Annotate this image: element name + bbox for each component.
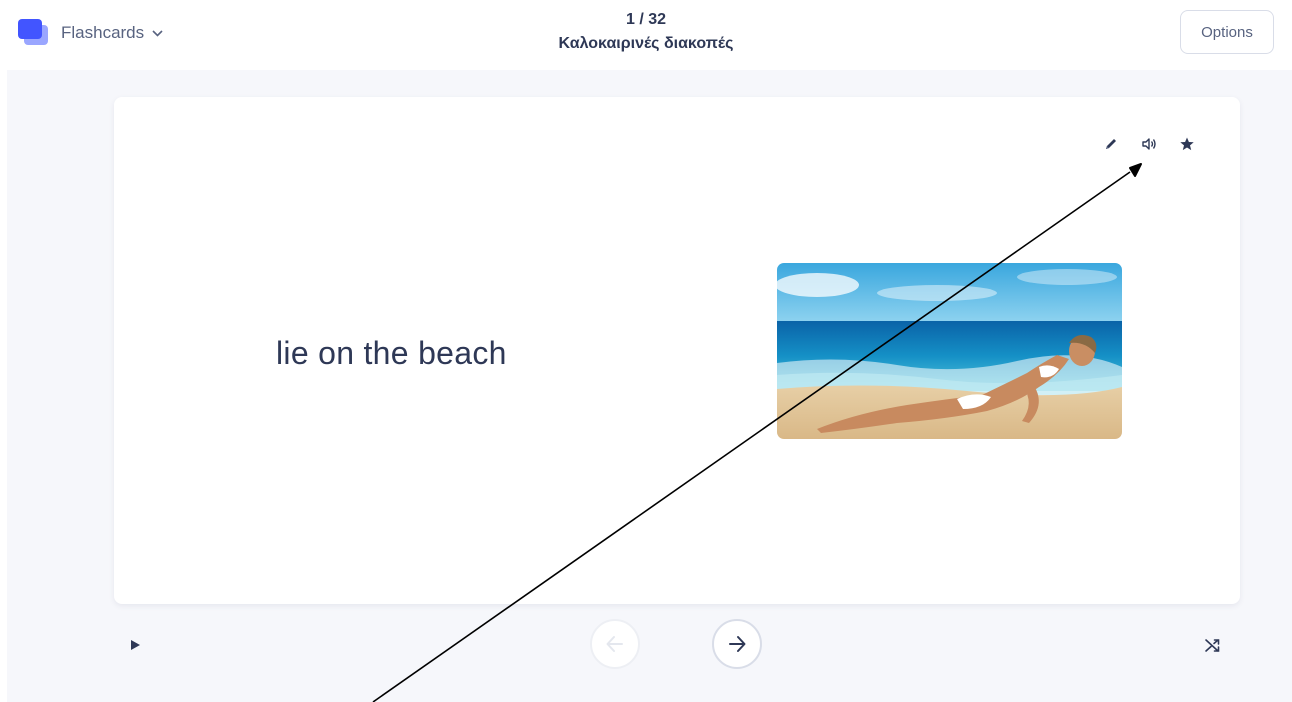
flashcard[interactable]: lie on the beach	[114, 97, 1240, 604]
card-term: lie on the beach	[276, 335, 507, 371]
mode-label: Flashcards	[61, 23, 145, 42]
next-arrow-icon[interactable]	[712, 619, 762, 669]
card-progress: 1 / 32	[625, 11, 667, 28]
set-header: 1 / 32 Καλοκαιρινές διακοπές	[446, 10, 846, 55]
audio-icon[interactable]	[1136, 131, 1162, 157]
edit-icon[interactable]	[1098, 131, 1124, 157]
top-bar: Flashcards 1 / 32 Καλοκαιρινές διακοπές …	[0, 0, 1292, 70]
previous-arrow-icon[interactable]	[590, 619, 640, 669]
flashcards-logo-icon	[18, 19, 50, 47]
play-icon[interactable]	[120, 630, 150, 660]
shuffle-icon[interactable]	[1198, 630, 1228, 660]
set-title: Καλοκαιρινές διακοπές	[558, 35, 734, 52]
star-icon[interactable]	[1174, 131, 1200, 157]
chevron-down-icon	[152, 25, 163, 40]
options-button[interactable]: Options	[1180, 10, 1274, 54]
card-actions	[1086, 131, 1200, 157]
card-image	[777, 263, 1122, 439]
mode-switcher[interactable]: Flashcards	[18, 18, 163, 48]
